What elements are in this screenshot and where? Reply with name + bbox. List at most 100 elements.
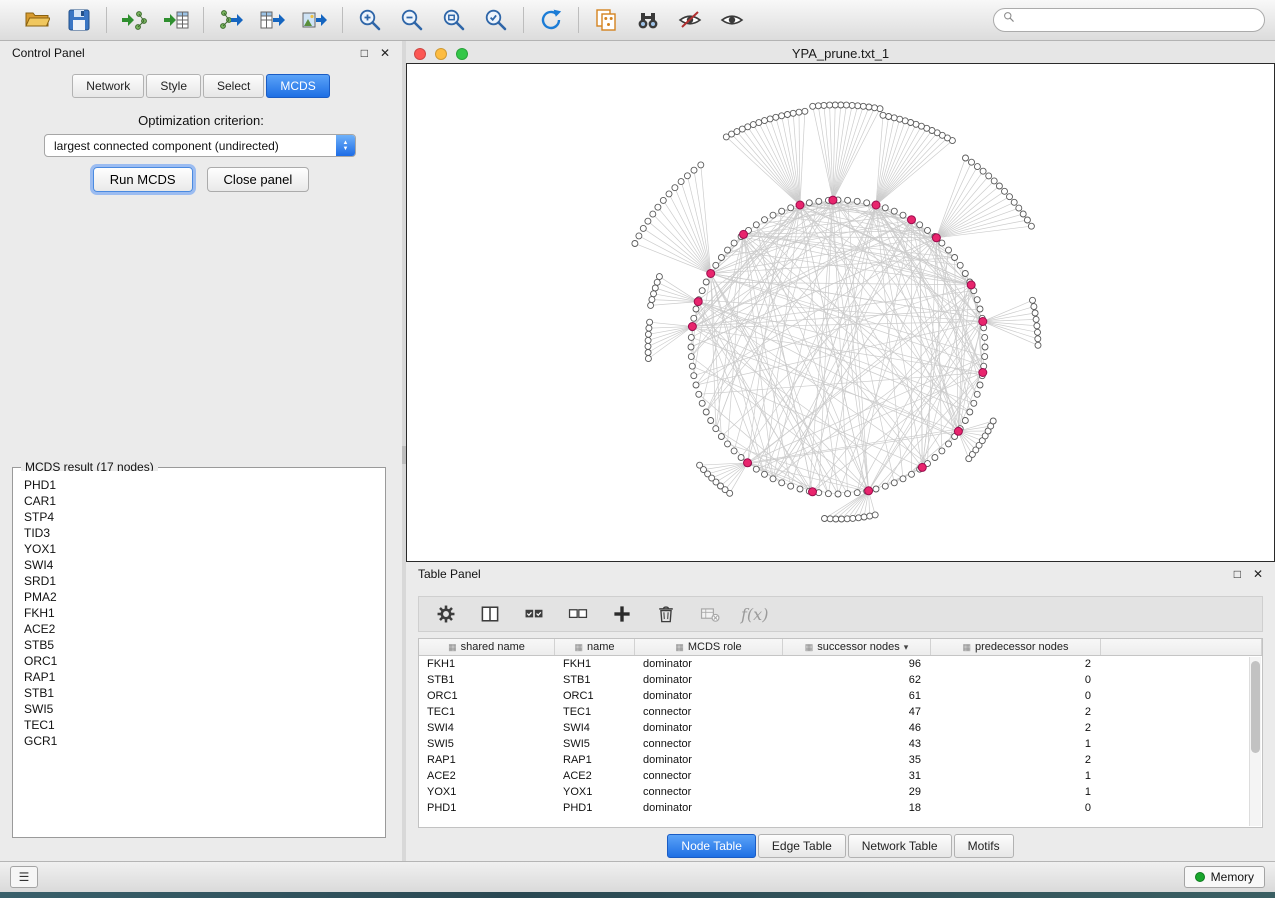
table-row[interactable]: SWI5SWI5connector431 (419, 736, 1262, 752)
hide-graphics-icon[interactable] (674, 5, 706, 35)
network-window-titlebar: YPA_prune.txt_1 (406, 45, 1275, 63)
scrollbar-thumb[interactable] (1251, 661, 1260, 753)
mcds-list-item[interactable]: TEC1 (16, 717, 382, 733)
criterion-dropdown[interactable]: largest connected component (undirected)… (44, 134, 356, 157)
column-header-name[interactable]: ▦name (555, 639, 635, 655)
memory-button[interactable]: Memory (1184, 866, 1265, 888)
save-session-icon[interactable] (63, 5, 95, 35)
table-row[interactable]: RAP1RAP1dominator352 (419, 752, 1262, 768)
mcds-list-item[interactable]: STB1 (16, 685, 382, 701)
tab-mcds[interactable]: MCDS (266, 74, 329, 98)
table-row[interactable]: TEC1TEC1connector472 (419, 704, 1262, 720)
add-row-icon[interactable] (609, 601, 635, 627)
dropdown-stepper-icon: ▲▼ (336, 135, 355, 156)
window-zoom-icon[interactable] (456, 48, 468, 60)
table-panel-close-icon[interactable]: ✕ (1253, 568, 1263, 580)
table-row[interactable]: PHD1PHD1dominator180 (419, 800, 1262, 816)
mcds-list-item[interactable]: SWI4 (16, 557, 382, 573)
table-row[interactable]: STB1STB1dominator620 (419, 672, 1262, 688)
tab-select[interactable]: Select (203, 74, 264, 98)
control-panel-float-icon[interactable]: □ (361, 47, 368, 59)
column-grid-icon: ▦ (574, 642, 583, 653)
zoom-selected-icon[interactable] (480, 5, 512, 35)
table-row[interactable]: YOX1YOX1connector291 (419, 784, 1262, 800)
search-box[interactable] (993, 8, 1265, 32)
table-row[interactable]: SWI4SWI4dominator462 (419, 720, 1262, 736)
table-cell: 0 (931, 800, 1101, 816)
close-panel-button[interactable]: Close panel (207, 167, 310, 192)
optimization-criterion-label: Optimization criterion: (0, 113, 402, 128)
table-cell: 46 (783, 720, 931, 736)
import-table-icon[interactable] (160, 5, 192, 35)
tab-style[interactable]: Style (146, 74, 201, 98)
mcds-list-item[interactable]: ORC1 (16, 653, 382, 669)
table-cell: YOX1 (419, 784, 555, 800)
table-cell: 47 (783, 704, 931, 720)
tab-edge-table[interactable]: Edge Table (758, 834, 846, 858)
mcds-list-item[interactable]: SWI5 (16, 701, 382, 717)
column-header-MCDS-role[interactable]: ▦MCDS role (635, 639, 783, 655)
mcds-list-item[interactable]: RAP1 (16, 669, 382, 685)
status-menu-button[interactable]: ☰ (10, 866, 38, 888)
table-scrollbar[interactable] (1249, 657, 1261, 826)
table-cell: 1 (931, 768, 1101, 784)
table-cell: 1 (931, 784, 1101, 800)
mcds-list-item[interactable]: YOX1 (16, 541, 382, 557)
table-cell: 2 (931, 656, 1101, 672)
select-all-icon[interactable] (521, 601, 547, 627)
column-header-predecessor-nodes[interactable]: ▦predecessor nodes (931, 639, 1101, 655)
control-panel-close-icon[interactable]: ✕ (380, 47, 390, 59)
deselect-all-icon[interactable] (565, 601, 591, 627)
window-minimize-icon[interactable] (435, 48, 447, 60)
search-input[interactable] (1023, 13, 1256, 27)
column-visibility-icon[interactable] (477, 601, 503, 627)
mcds-list-item[interactable]: TID3 (16, 525, 382, 541)
clone-network-icon[interactable] (590, 5, 622, 35)
zoom-in-icon[interactable] (354, 5, 386, 35)
mcds-list-item[interactable]: ACE2 (16, 621, 382, 637)
mcds-list-item[interactable]: PMA2 (16, 589, 382, 605)
find-icon[interactable] (632, 5, 664, 35)
table-cell: SWI4 (419, 720, 555, 736)
table-cell: TEC1 (555, 704, 635, 720)
clear-values-icon[interactable] (697, 601, 723, 627)
mcds-list-item[interactable]: STP4 (16, 509, 382, 525)
table-cell: 29 (783, 784, 931, 800)
export-table-icon[interactable] (257, 5, 289, 35)
mcds-list-item[interactable]: PHD1 (16, 477, 382, 493)
import-network-icon[interactable] (118, 5, 150, 35)
table-cell: dominator (635, 656, 783, 672)
table-row[interactable]: ORC1ORC1dominator610 (419, 688, 1262, 704)
table-panel-float-icon[interactable]: □ (1234, 568, 1241, 580)
refresh-layout-icon[interactable] (535, 5, 567, 35)
table-row[interactable]: FKH1FKH1dominator962 (419, 656, 1262, 672)
mcds-list-item[interactable]: GCR1 (16, 733, 382, 749)
export-image-icon[interactable] (299, 5, 331, 35)
export-network-icon[interactable] (215, 5, 247, 35)
delete-row-icon[interactable] (653, 601, 679, 627)
table-row[interactable]: ACE2ACE2connector311 (419, 768, 1262, 784)
tab-network-table[interactable]: Network Table (848, 834, 952, 858)
open-folder-icon[interactable] (21, 5, 53, 35)
tab-node-table[interactable]: Node Table (667, 834, 756, 858)
mcds-list-item[interactable]: CAR1 (16, 493, 382, 509)
network-graph[interactable] (407, 64, 1274, 561)
mcds-list-item[interactable]: FKH1 (16, 605, 382, 621)
run-mcds-button[interactable]: Run MCDS (93, 167, 193, 192)
tab-network[interactable]: Network (72, 74, 144, 98)
mcds-list-item[interactable]: SRD1 (16, 573, 382, 589)
zoom-out-icon[interactable] (396, 5, 428, 35)
column-header-successor-nodes[interactable]: ▦successor nodes▾ (783, 639, 931, 655)
network-view[interactable] (406, 63, 1275, 562)
settings-gear-icon[interactable] (433, 601, 459, 627)
tab-motifs[interactable]: Motifs (954, 834, 1014, 858)
function-builder-icon[interactable]: f(x) (741, 601, 768, 627)
show-graphics-icon[interactable] (716, 5, 748, 35)
table-cell: 2 (931, 704, 1101, 720)
window-close-icon[interactable] (414, 48, 426, 60)
table-cell: ACE2 (419, 768, 555, 784)
mcds-list-item[interactable]: STB5 (16, 637, 382, 653)
table-cell: SWI4 (555, 720, 635, 736)
zoom-fit-icon[interactable] (438, 5, 470, 35)
column-header-shared-name[interactable]: ▦shared name (419, 639, 555, 655)
